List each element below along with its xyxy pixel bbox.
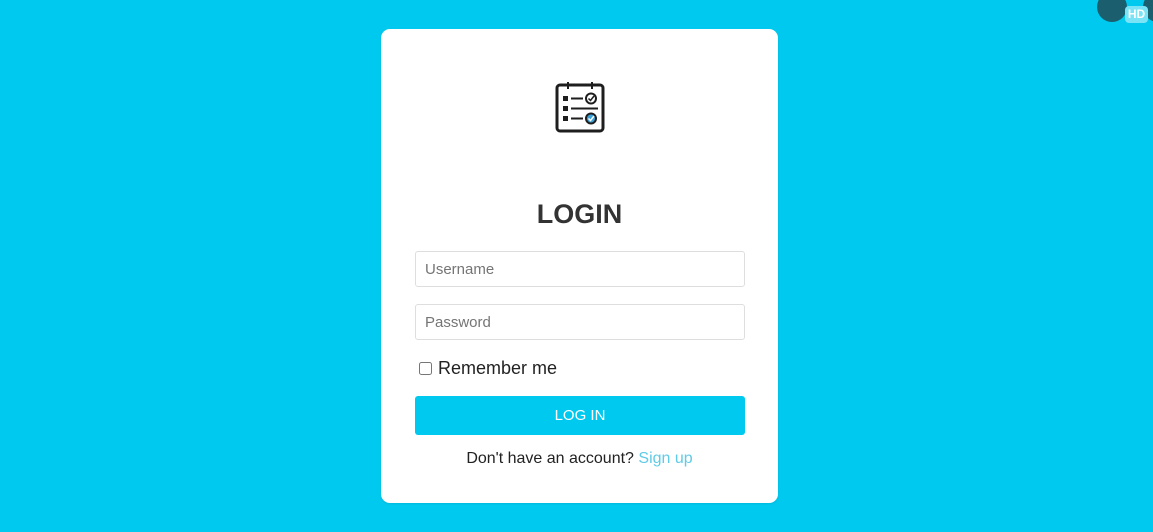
player-button-icon[interactable] xyxy=(1097,0,1127,22)
remember-me-label: Remember me xyxy=(438,357,558,378)
remember-me-option[interactable]: Remember me xyxy=(419,357,557,379)
remember-me-checkbox[interactable] xyxy=(419,361,432,375)
login-card: LOGIN Remember me LOG IN Don't have an a… xyxy=(381,29,778,503)
checklist-icon xyxy=(555,80,605,134)
signup-link[interactable]: Sign up xyxy=(638,450,692,467)
page-title: LOGIN xyxy=(536,199,623,229)
login-page: HD LOGIN Rememb xyxy=(0,0,1153,532)
password-input[interactable] xyxy=(415,304,745,340)
login-button[interactable]: LOG IN xyxy=(415,396,745,435)
signup-prompt-text: Don't have an account? xyxy=(466,450,634,467)
username-input[interactable] xyxy=(415,251,745,287)
hd-badge[interactable]: HD xyxy=(1125,6,1148,23)
video-player-controls: HD xyxy=(1097,0,1153,26)
signup-prompt: Don't have an account? Sign up xyxy=(381,450,778,468)
